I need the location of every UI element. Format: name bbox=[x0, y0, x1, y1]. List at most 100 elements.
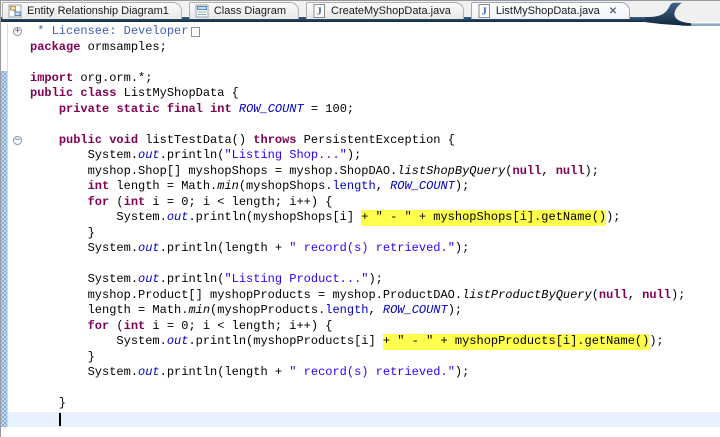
code-line bbox=[0, 117, 720, 133]
erd-icon bbox=[8, 4, 22, 18]
code-line: private static final int ROW_COUNT = 100… bbox=[0, 101, 720, 118]
code-line: } bbox=[0, 349, 720, 366]
code-line: + * Licensee: Developer bbox=[0, 24, 720, 40]
code-text: public class ListMyShopData { bbox=[30, 86, 239, 100]
code-line bbox=[0, 256, 720, 273]
fold-gutter bbox=[8, 272, 30, 288]
code-text: } bbox=[30, 396, 67, 410]
fold-expanded-icon[interactable]: − bbox=[13, 135, 22, 145]
fold-gutter bbox=[8, 319, 30, 335]
code-line: package ormsamples; bbox=[0, 39, 720, 56]
code-line bbox=[0, 55, 720, 71]
tab-createmyshopdata-java[interactable]: J CreateMyShopData.java bbox=[306, 2, 464, 19]
code-line: System. out .println(length + " record(s) … bbox=[0, 365, 720, 381]
code-line: length = Math. min (myshopProducts. length,… bbox=[0, 303, 720, 319]
quickdiff-marker bbox=[0, 194, 8, 210]
code-text: for (int i = 0; i < length; i++) { bbox=[87, 318, 333, 333]
quickdiff-marker bbox=[0, 24, 8, 40]
code-line: } bbox=[0, 396, 720, 412]
fold-gutter bbox=[8, 226, 30, 242]
active-tab-swoosh bbox=[645, 2, 720, 26]
fold-collapsed-icon[interactable]: + bbox=[13, 27, 22, 36]
quickdiff-marker bbox=[0, 396, 8, 412]
code-text: System. out .println("Listing Shop..."); bbox=[30, 148, 362, 162]
quickdiff-marker bbox=[0, 241, 8, 257]
svg-text:J: J bbox=[482, 7, 487, 18]
code-line: − public void listTestData() throws Pers… bbox=[0, 132, 720, 149]
folded-text-box[interactable] bbox=[191, 26, 201, 37]
quickdiff-marker bbox=[0, 70, 8, 86]
fold-gutter bbox=[8, 86, 30, 102]
code-line: myshop.Shop[] myshopShops = myshop.ShopD… bbox=[0, 163, 720, 180]
code-text: } bbox=[30, 225, 95, 240]
fold-gutter bbox=[8, 55, 30, 71]
code-text: } bbox=[30, 349, 95, 364]
tab-label: ListMyShopData.java bbox=[495, 5, 600, 17]
fold-gutter bbox=[8, 71, 30, 87]
quickdiff-marker bbox=[0, 132, 8, 148]
pane-left-border bbox=[0, 0, 1, 437]
tab-strip: Entity Relationship Diagram1 Class Diagra… bbox=[2, 2, 631, 19]
fold-gutter bbox=[8, 288, 30, 304]
quickdiff-marker bbox=[0, 86, 8, 102]
code-line: } bbox=[0, 225, 720, 242]
code-line: import org.orm.*; bbox=[0, 70, 720, 87]
fold-gutter bbox=[8, 257, 30, 273]
code-text: package ormsamples; bbox=[30, 39, 167, 54]
code-editor[interactable]: + * Licensee: Developer package ormsample… bbox=[0, 24, 720, 437]
code-line: System. out .println(myshopShops[i] + " - … bbox=[0, 210, 720, 226]
fold-gutter: + bbox=[8, 24, 30, 40]
tab-entity-relationship-diagram1[interactable]: Entity Relationship Diagram1 bbox=[2, 2, 182, 19]
quickdiff-marker bbox=[0, 318, 8, 334]
code-text: import org.orm.*; bbox=[30, 70, 153, 85]
code-line: for (int i = 0; i < length; i++) { bbox=[0, 194, 720, 210]
code-text: for (int i = 0; i < length; i++) { bbox=[87, 194, 333, 209]
fold-gutter: − bbox=[8, 133, 30, 149]
svg-text:J: J bbox=[317, 7, 322, 18]
code-line: for (int i = 0; i < length; i++) { bbox=[0, 318, 720, 335]
java-editor-pane: Entity Relationship Diagram1 Class Diagra… bbox=[0, 0, 720, 437]
code-line bbox=[0, 380, 720, 397]
quickdiff-marker bbox=[0, 349, 8, 365]
quickdiff-marker bbox=[0, 303, 8, 319]
fold-gutter bbox=[8, 102, 30, 118]
quickdiff-marker bbox=[0, 334, 8, 350]
quickdiff-marker bbox=[0, 287, 8, 303]
code-line: System. out .println("Listing Product...")… bbox=[0, 272, 720, 288]
tab-class-diagram[interactable]: Class Diagram bbox=[188, 2, 299, 19]
fold-gutter bbox=[8, 334, 30, 350]
code-text: System. out .println(myshopShops[i] + " - … bbox=[30, 210, 621, 226]
code-line: public class ListMyShopData { bbox=[0, 86, 720, 102]
code-text: int length = Math. min (myshopShops. length… bbox=[87, 179, 470, 193]
fold-gutter bbox=[8, 381, 30, 397]
code-line: myshop.Product[] myshopProducts = myshop… bbox=[0, 287, 720, 304]
code-text: System. out .println(myshopProducts[i] + "… bbox=[30, 334, 664, 350]
fold-gutter bbox=[8, 164, 30, 180]
java-file-icon: J bbox=[477, 4, 491, 18]
code-text: public void listTestData() throws Persis… bbox=[58, 132, 455, 147]
code-line: System. out .println(myshopProducts[i] + "… bbox=[0, 334, 720, 350]
tab-label: Class Diagram bbox=[213, 5, 286, 17]
code-text: * Licensee: Developer bbox=[30, 24, 720, 40]
quickdiff-marker bbox=[0, 225, 8, 241]
code-text: private static final int ROW_COUNT = 100… bbox=[58, 101, 355, 116]
close-icon[interactable]: ✕ bbox=[609, 6, 617, 17]
fold-gutter bbox=[8, 350, 30, 366]
quickdiff-marker bbox=[0, 380, 8, 396]
code-line: System. out .println("Listing Shop..."); bbox=[0, 148, 720, 164]
tab-listmyshopdata-java[interactable]: J ListMyShopData.java ✕ bbox=[470, 2, 631, 19]
fold-gutter bbox=[8, 179, 30, 195]
java-file-icon: J bbox=[312, 4, 326, 18]
fold-gutter bbox=[8, 411, 30, 427]
fold-gutter bbox=[8, 396, 30, 412]
fold-gutter bbox=[8, 117, 30, 133]
editor-tab-bar: Entity Relationship Diagram1 Class Diagra… bbox=[0, 0, 720, 26]
fold-gutter bbox=[8, 40, 30, 56]
quickdiff-marker bbox=[0, 163, 8, 179]
fold-gutter bbox=[8, 303, 30, 319]
code-text: System. out .println(length + " record(s) … bbox=[30, 241, 470, 255]
tab-label: Entity Relationship Diagram1 bbox=[27, 5, 169, 17]
